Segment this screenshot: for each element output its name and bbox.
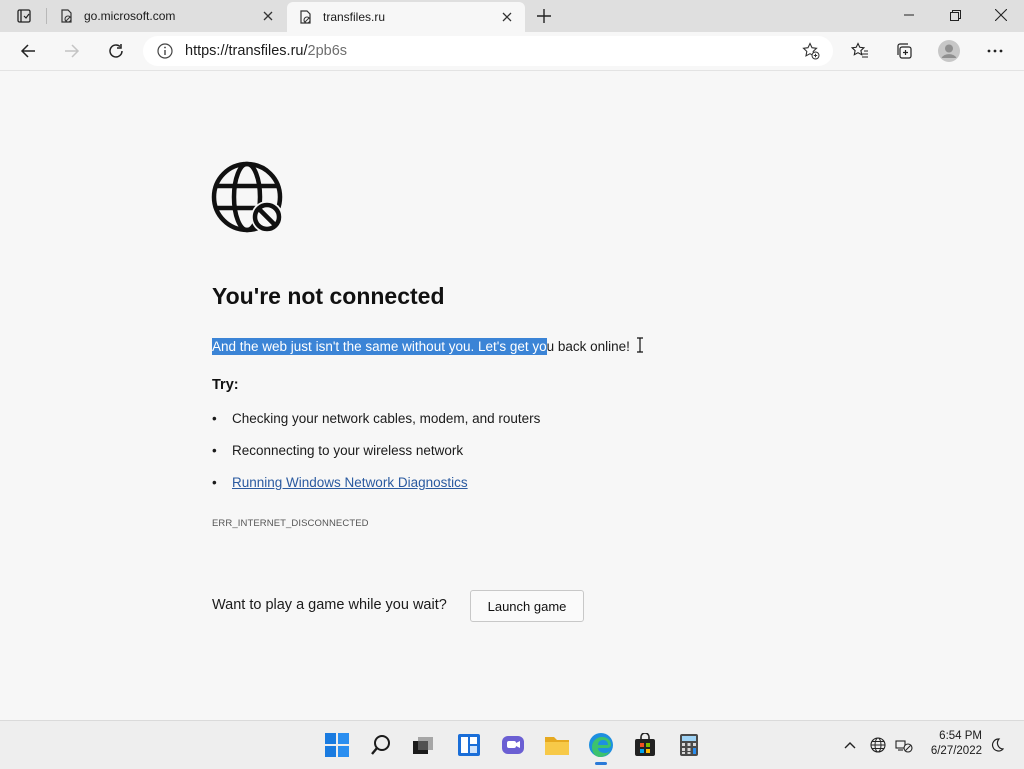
collections-icon: [897, 43, 912, 59]
selected-text: And the web just isn't the same without …: [212, 338, 547, 355]
suggestion-item: • Running Windows Network Diagnostics: [212, 475, 468, 490]
task-view-button[interactable]: [407, 729, 439, 761]
text-cursor-icon: [635, 337, 645, 353]
refresh-icon: [109, 44, 123, 58]
avatar-icon: [938, 40, 960, 62]
info-icon[interactable]: [155, 41, 175, 61]
globe-blocked-icon: [211, 161, 285, 235]
tab-transfiles[interactable]: transfiles.ru: [287, 2, 525, 32]
close-window-button[interactable]: [978, 0, 1024, 30]
network-diagnostics-link[interactable]: Running Windows Network Diagnostics: [232, 475, 468, 490]
arrow-left-icon: [20, 44, 35, 58]
chat-icon: [502, 736, 524, 754]
search-icon: [371, 735, 390, 755]
network-disconnected-icon: [895, 740, 913, 753]
tab-actions-button[interactable]: [8, 5, 40, 27]
store-icon: [635, 733, 655, 756]
url-host: https://transfiles.ru/: [185, 43, 308, 59]
restore-button[interactable]: [932, 0, 978, 30]
page-error-icon: [297, 9, 313, 25]
network-status-button[interactable]: [892, 733, 916, 757]
profile-button[interactable]: [934, 36, 964, 66]
favorites-icon: [851, 42, 868, 58]
store-button[interactable]: [629, 729, 661, 761]
start-button[interactable]: [321, 729, 353, 761]
collections-button[interactable]: [889, 36, 919, 66]
launch-game-button[interactable]: Launch game: [470, 590, 584, 622]
suggestion-text: Reconnecting to your wireless network: [232, 443, 464, 458]
chevron-up-icon: [844, 742, 856, 749]
more-icon: [987, 49, 1003, 53]
calculator-button[interactable]: [673, 729, 705, 761]
browser-toolbar: https://transfiles.ru/2pb6s: [0, 32, 1024, 71]
clock-date: 6/27/2022: [930, 745, 982, 757]
restore-icon: [949, 9, 961, 21]
globe-icon: [870, 737, 886, 753]
tab-strip: go.microsoft.com transfiles.ru: [0, 0, 1024, 32]
clock[interactable]: 6:54 PM 6/27/2022: [918, 729, 982, 759]
suggestion-text: Checking your network cables, modem, and…: [232, 411, 541, 426]
error-heading: You're not connected: [212, 283, 445, 309]
tab-go-microsoft[interactable]: go.microsoft.com: [48, 0, 286, 32]
tab-actions-icon: [17, 9, 31, 23]
edge-icon: [589, 733, 613, 757]
language-button[interactable]: [866, 733, 890, 757]
clock-time: 6:54 PM: [939, 730, 982, 742]
widgets-button[interactable]: [453, 729, 485, 761]
error-code: ERR_INTERNET_DISCONNECTED: [212, 518, 369, 529]
calculator-icon: [680, 734, 698, 756]
tab-title: go.microsoft.com: [84, 9, 176, 23]
suggestion-item: • Reconnecting to your wireless network: [212, 443, 463, 458]
show-hidden-icons-button[interactable]: [838, 733, 862, 757]
moon-icon: [991, 738, 1004, 752]
add-favorite-icon[interactable]: [799, 39, 823, 63]
minimize-button[interactable]: [886, 0, 932, 30]
arrow-right-icon: [65, 44, 80, 58]
suggestion-item: • Checking your network cables, modem, an…: [212, 411, 540, 426]
url-text[interactable]: https://transfiles.ru/2pb6s: [185, 43, 799, 59]
error-description: And the web just isn't the same without …: [212, 338, 630, 356]
tab-close-icon[interactable]: [260, 8, 276, 24]
try-label: Try:: [212, 377, 239, 393]
game-prompt: Want to play a game while you wait?: [212, 597, 447, 613]
page-error-icon: [58, 8, 74, 24]
bullet: •: [212, 411, 217, 426]
windows-logo-icon: [325, 733, 349, 757]
url-path: 2pb6s: [307, 43, 348, 59]
file-explorer-button[interactable]: [541, 729, 573, 761]
tab-close-icon[interactable]: [499, 9, 515, 25]
new-tab-button[interactable]: [532, 5, 556, 27]
bullet: •: [212, 443, 217, 458]
task-view-icon: [413, 737, 433, 754]
favorites-button[interactable]: [845, 36, 875, 66]
refresh-button[interactable]: [101, 36, 131, 66]
close-icon: [995, 9, 1007, 21]
settings-menu-button[interactable]: [980, 36, 1010, 66]
tab-title: transfiles.ru: [323, 10, 386, 24]
chat-button[interactable]: [497, 729, 529, 761]
description-text: u back online!: [546, 339, 630, 354]
folder-icon: [545, 737, 569, 755]
plus-icon: [537, 9, 551, 23]
notifications-button[interactable]: [985, 733, 1009, 757]
address-bar[interactable]: https://transfiles.ru/2pb6s: [143, 36, 833, 66]
tab-separator: [46, 8, 47, 24]
minimize-icon: [904, 14, 914, 16]
widgets-icon: [458, 734, 480, 756]
taskbar: 6:54 PM 6/27/2022: [0, 720, 1024, 769]
bullet: •: [212, 475, 217, 490]
forward-button[interactable]: [57, 36, 87, 66]
edge-button[interactable]: [585, 729, 617, 765]
search-button[interactable]: [365, 729, 397, 761]
back-button[interactable]: [13, 36, 43, 66]
